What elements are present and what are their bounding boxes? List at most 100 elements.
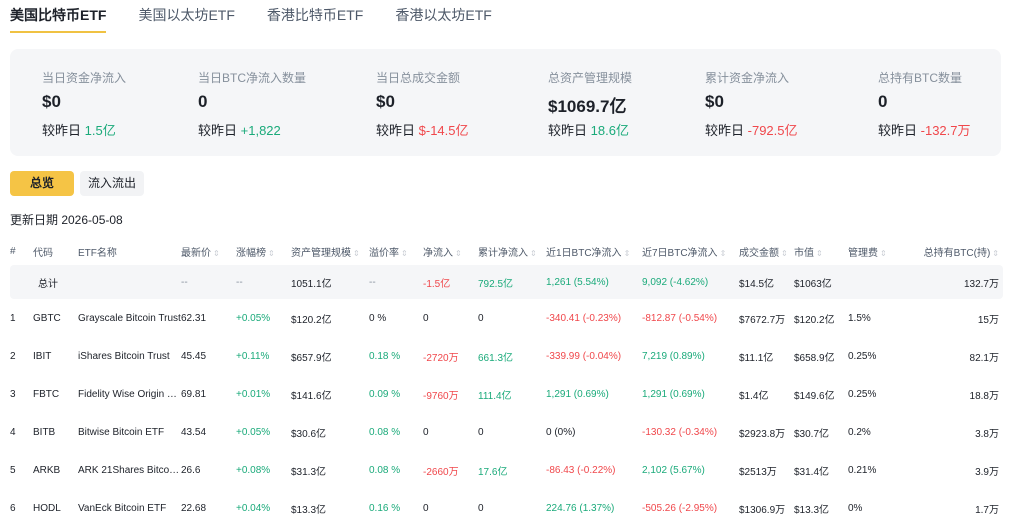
- table-row[interactable]: 5 ARKB ARK 21Shares Bitcoin ETF 26.6 +0.…: [10, 451, 1003, 489]
- cell-btc-7d: -812.87 (-0.54%): [642, 312, 718, 324]
- stat-change: 较昨日 $-14.5亿: [376, 120, 469, 139]
- cell-cum-inflow: 661.3亿: [478, 352, 514, 364]
- stat-change-label: 较昨日: [878, 123, 918, 138]
- stat-change: 较昨日 +1,822: [198, 120, 281, 139]
- col-cum-inflow-label: 累计净流入: [478, 247, 528, 259]
- table-row[interactable]: 1 GBTC Grayscale Bitcoin Trust 62.31 +0.…: [10, 299, 1003, 337]
- cell-btc-7d: -505.26 (-2.95%): [642, 502, 718, 514]
- cell-code[interactable]: HODL: [23, 489, 78, 526]
- col-volume-label: 成交金额: [739, 247, 779, 259]
- cell-name[interactable]: Fidelity Wise Origin Bitcoin Fund: [78, 375, 181, 413]
- cell-code[interactable]: ARKB: [23, 451, 78, 489]
- cell-btc-1d: 1,261 (5.54%): [546, 265, 642, 299]
- col-cum-inflow[interactable]: 累计净流入 ⇕: [478, 237, 546, 265]
- cell-name[interactable]: VanEck Bitcoin ETF: [78, 489, 181, 526]
- cell-name[interactable]: Bitwise Bitcoin ETF: [78, 413, 181, 451]
- tab-us-btc-etf[interactable]: 美国比特币ETF: [10, 0, 107, 33]
- table-row[interactable]: 2 IBIT iShares Bitcoin Trust 45.45 +0.11…: [10, 337, 1003, 375]
- stat-change: 较昨日 1.5亿: [42, 120, 116, 139]
- cell-aum: $657.9亿: [291, 352, 332, 364]
- cell-total-label: 总计: [23, 265, 78, 299]
- cell-btc-1d: 1,291 (0.69%): [546, 388, 609, 400]
- cell-btc-1d: -339.99 (-0.04%): [546, 350, 622, 362]
- cell-inflow: 0: [423, 426, 429, 438]
- tab-hk-eth-etf[interactable]: 香港以太坊ETF: [395, 0, 491, 33]
- col-aum[interactable]: 资产管理规模 ⇕: [291, 237, 369, 265]
- table-row[interactable]: 4 BITB Bitwise Bitcoin ETF 43.54 +0.05% …: [10, 413, 1003, 451]
- cell-premium: 0.09 %: [369, 388, 401, 400]
- stat-label: 总资产管理规模: [548, 71, 633, 85]
- cell-inflow: 0: [423, 312, 429, 324]
- overview-button[interactable]: 总览: [10, 171, 74, 196]
- col-btc-1d[interactable]: 近1日BTC净流入 ⇕: [546, 237, 642, 265]
- summary-panel: 当日资金净流入 $0 较昨日 1.5亿 当日BTC净流入数量 0 较昨日 +1,…: [10, 49, 1001, 156]
- sort-icon: ⇕: [530, 248, 537, 258]
- stat-change-label: 较昨日: [705, 123, 745, 138]
- cell-aum: $31.3亿: [291, 466, 327, 478]
- col-premium[interactable]: 溢价率 ⇕: [369, 237, 423, 265]
- cell-change: +0.11%: [236, 350, 270, 362]
- cell-volume: $7672.7万: [739, 314, 786, 326]
- cell-volume: $1306.9万: [739, 504, 786, 516]
- col-fee[interactable]: 管理费 ⇕: [848, 237, 898, 265]
- col-change[interactable]: 涨幅榜 ⇕: [236, 237, 291, 265]
- table-row[interactable]: 6 HODL VanEck Bitcoin ETF 22.68 +0.04% $…: [10, 489, 1003, 526]
- tab-us-eth-etf[interactable]: 美国以太坊ETF: [138, 0, 234, 33]
- cell-cum-inflow: 0: [478, 502, 484, 514]
- cell-mcap: $13.3亿: [794, 504, 830, 516]
- cell-cum-inflow: 17.6亿: [478, 466, 508, 478]
- table-row[interactable]: 3 FBTC Fidelity Wise Origin Bitcoin Fund…: [10, 375, 1003, 413]
- etf-tabs: 美国比特币ETF 美国以太坊ETF 香港比特币ETF 香港以太坊ETF: [10, 0, 524, 33]
- col-btc-1d-label: 近1日BTC净流入: [546, 247, 622, 259]
- col-holdings-label: 总持有BTC(持): [923, 247, 991, 259]
- col-price[interactable]: 最新价 ⇕: [181, 237, 236, 265]
- col-inflow-label: 净流入: [423, 247, 453, 259]
- cell-fee: 0.21%: [848, 464, 877, 476]
- cell-btc-7d: 2,102 (5.67%): [642, 464, 705, 476]
- cell-rank: 1: [10, 312, 16, 324]
- cell-name[interactable]: iShares Bitcoin Trust: [78, 337, 181, 375]
- table-header: # 代码 ETF名称 最新价 ⇕ 涨幅榜 ⇕ 资产管理规模 ⇕ 溢价率 ⇕ 净流入 ⇕ 累…: [10, 237, 1003, 265]
- col-holdings[interactable]: 总持有BTC(持) ⇕: [898, 237, 1003, 265]
- stat-value: 0: [878, 92, 888, 111]
- cell-holdings: 132.7万: [898, 265, 1003, 299]
- tab-hk-btc-etf[interactable]: 香港比特币ETF: [267, 0, 363, 33]
- stat-value: $0: [376, 92, 395, 111]
- cell-rank: 2: [10, 350, 16, 362]
- col-volume[interactable]: 成交金额 ⇕: [739, 237, 794, 265]
- col-mcap[interactable]: 市值 ⇕: [794, 237, 848, 265]
- cell-holdings: 3.8万: [975, 428, 999, 440]
- cell-volume: $14.5亿: [739, 265, 794, 299]
- cell-price: 62.31: [181, 312, 207, 324]
- cell-name[interactable]: Grayscale Bitcoin Trust: [78, 299, 181, 337]
- cell-inflow: -2720万: [423, 352, 459, 364]
- cell-cum-inflow: 792.5亿: [478, 265, 546, 299]
- cell-code[interactable]: GBTC: [23, 299, 78, 337]
- col-change-label: 涨幅榜: [236, 247, 266, 259]
- cell-rank: 4: [10, 426, 16, 438]
- stat-change: 较昨日 18.6亿: [548, 120, 629, 139]
- cell-mcap: $30.7亿: [794, 428, 830, 440]
- sort-icon: ⇕: [781, 248, 788, 258]
- cell-fee: [848, 265, 898, 299]
- col-btc-7d[interactable]: 近7日BTC净流入 ⇕: [642, 237, 739, 265]
- sort-icon: ⇕: [816, 248, 823, 258]
- cell-aum: $120.2亿: [291, 314, 332, 326]
- cell-volume: $2923.8万: [739, 428, 786, 440]
- cell-holdings: 18.8万: [969, 390, 999, 402]
- cell-code[interactable]: FBTC: [23, 375, 78, 413]
- stat-label: 当日总成交金额: [376, 71, 461, 85]
- stat-label: 累计资金净流入: [705, 71, 790, 85]
- cell-code[interactable]: IBIT: [23, 337, 78, 375]
- col-inflow[interactable]: 净流入 ⇕: [423, 237, 478, 265]
- sort-icon: ⇕: [719, 248, 727, 258]
- cell-inflow: -9760万: [423, 390, 459, 402]
- cell-name[interactable]: ARK 21Shares Bitcoin ETF: [78, 451, 181, 489]
- cell-btc-1d: -340.41 (-0.23%): [546, 312, 622, 324]
- cell-code[interactable]: BITB: [23, 413, 78, 451]
- col-fee-label: 管理费: [848, 247, 878, 259]
- cell-price: 43.54: [181, 426, 207, 438]
- col-mcap-label: 市值: [794, 247, 814, 259]
- cell-volume: $1.4亿: [739, 390, 769, 402]
- flows-button[interactable]: 流入流出: [80, 171, 144, 196]
